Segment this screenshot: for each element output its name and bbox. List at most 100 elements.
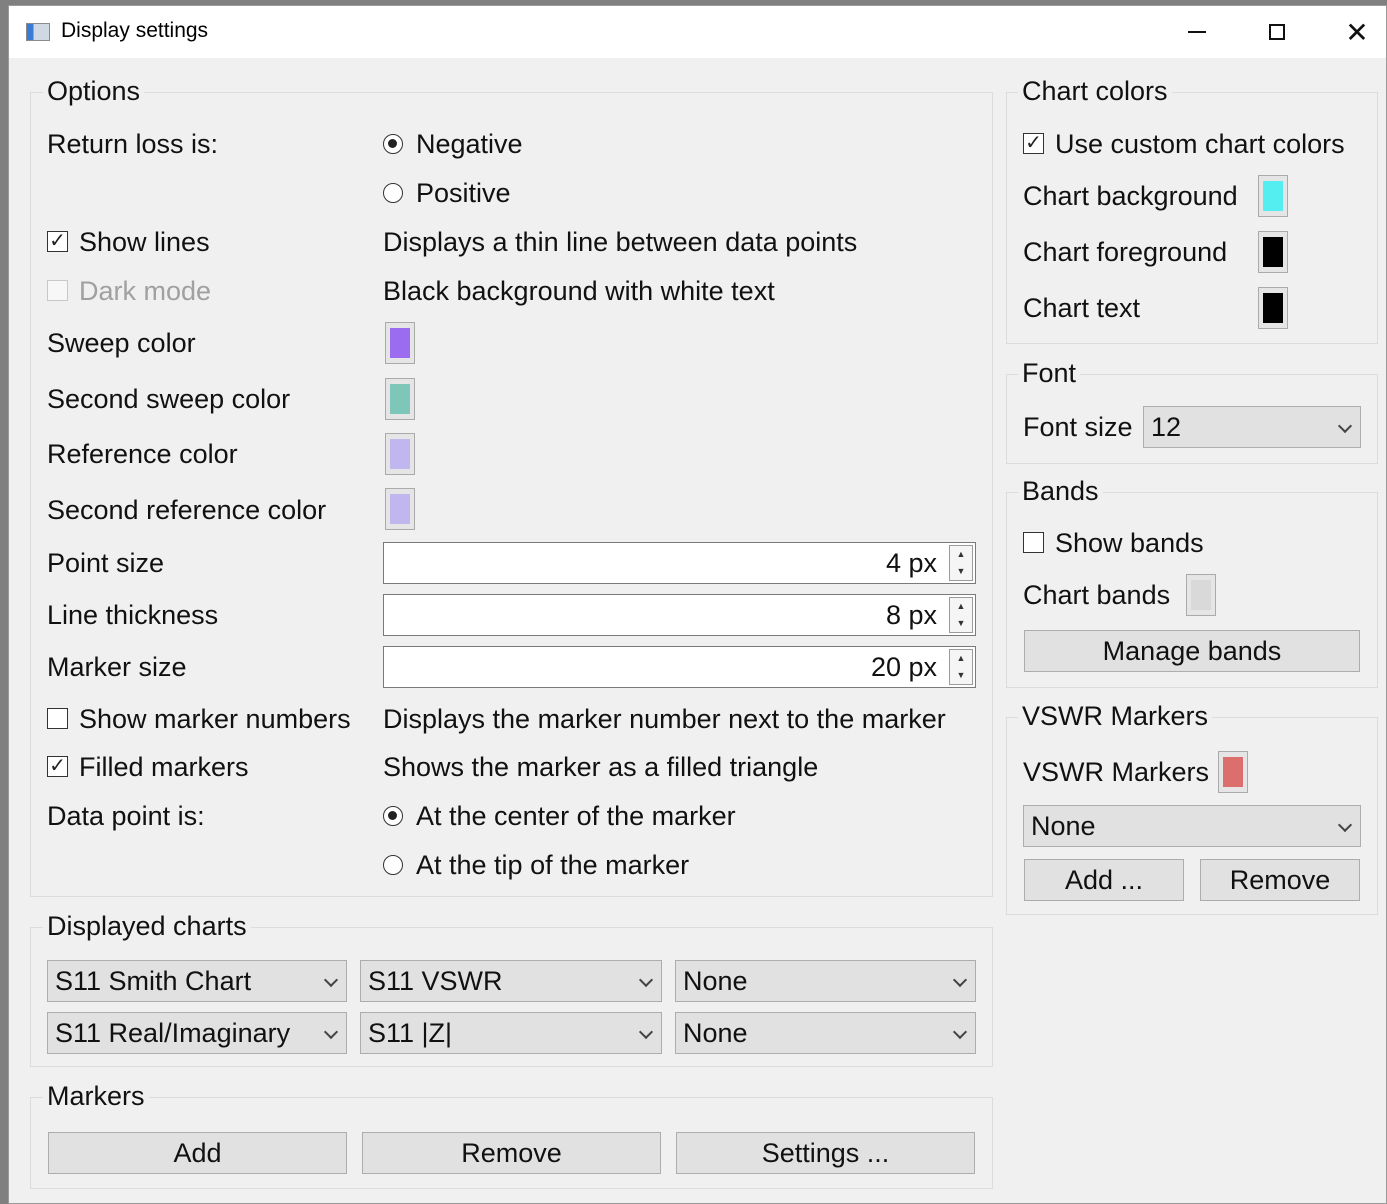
bands-title: Bands — [1018, 476, 1103, 507]
markers-add-button[interactable]: Add — [48, 1132, 347, 1174]
vswr-markers-select[interactable]: None — [1023, 805, 1361, 847]
chevron-down-icon — [323, 972, 339, 988]
chart-background-color-button[interactable] — [1258, 175, 1288, 217]
chart-select-4-value: S11 Real/Imaginary — [55, 1018, 291, 1048]
return-loss-negative-label[interactable]: Negative — [416, 129, 523, 160]
line-thickness-value: 8 px — [885, 600, 937, 630]
chart-foreground-fill — [1263, 237, 1283, 267]
markers-remove-button[interactable]: Remove — [362, 1132, 661, 1174]
reference-color-fill — [390, 439, 410, 469]
chevron-down-icon — [638, 972, 654, 988]
dark-mode-description: Black background with white text — [383, 276, 775, 306]
spin-arrows-icon[interactable]: ▲ ▼ — [949, 545, 973, 581]
chart-colors-title: Chart colors — [1018, 76, 1172, 107]
chevron-down-icon — [323, 1024, 339, 1040]
second-sweep-color-button[interactable] — [385, 378, 415, 420]
chart-foreground-label: Chart foreground — [1023, 237, 1228, 267]
maximize-icon — [1269, 24, 1285, 40]
manage-bands-button[interactable]: Manage bands — [1024, 630, 1360, 672]
spin-arrows-icon[interactable]: ▲ ▼ — [949, 597, 973, 633]
chevron-down-icon — [952, 972, 968, 988]
chart-text-color-button[interactable] — [1258, 287, 1288, 329]
show-lines-label[interactable]: Show lines — [79, 227, 210, 258]
chart-text-fill — [1263, 293, 1283, 323]
dark-mode-label: Dark mode — [79, 276, 212, 306]
data-point-tip-label[interactable]: At the tip of the marker — [416, 850, 689, 881]
line-thickness-label: Line thickness — [47, 600, 219, 630]
minimize-icon — [1188, 31, 1206, 33]
second-reference-color-fill — [390, 494, 410, 524]
chart-select-5-value: S11 |Z| — [368, 1018, 453, 1048]
marker-size-spinbox[interactable]: 20 px ▲ ▼ — [383, 646, 976, 688]
return-loss-positive-radio[interactable] — [383, 183, 403, 203]
data-point-tip-radio[interactable] — [383, 855, 403, 875]
reference-color-button[interactable] — [385, 433, 415, 475]
filled-markers-checkbox[interactable]: ✓ — [47, 756, 68, 777]
filled-markers-label[interactable]: Filled markers — [79, 752, 249, 783]
chart-select-4[interactable]: S11 Real/Imaginary — [47, 1012, 347, 1054]
options-group-title: Options — [43, 76, 145, 107]
chart-foreground-color-button[interactable] — [1258, 231, 1288, 273]
chart-select-5[interactable]: S11 |Z| — [360, 1012, 662, 1054]
vswr-markers-color-button[interactable] — [1218, 751, 1248, 793]
title-bar: Display settings ✕ — [9, 6, 1386, 58]
show-bands-label[interactable]: Show bands — [1055, 528, 1204, 559]
close-icon: ✕ — [1345, 16, 1369, 48]
vswr-markers-fill — [1223, 757, 1243, 787]
show-marker-numbers-checkbox[interactable] — [47, 708, 68, 729]
use-custom-colors-label[interactable]: Use custom chart colors — [1055, 129, 1345, 160]
second-reference-color-button[interactable] — [385, 488, 415, 530]
marker-size-label: Marker size — [47, 652, 187, 682]
point-size-label: Point size — [47, 548, 165, 578]
font-size-value: 12 — [1151, 412, 1182, 442]
chart-background-label: Chart background — [1023, 181, 1238, 211]
sweep-color-button[interactable] — [385, 322, 415, 364]
font-title: Font — [1018, 358, 1081, 389]
show-marker-numbers-label[interactable]: Show marker numbers — [79, 704, 351, 735]
chart-select-6[interactable]: None — [675, 1012, 976, 1054]
chart-select-3-value: None — [683, 966, 748, 996]
markers-title: Markers — [43, 1081, 149, 1112]
sweep-color-fill — [390, 328, 410, 358]
return-loss-positive-label[interactable]: Positive — [416, 178, 511, 209]
reference-color-label: Reference color — [47, 439, 238, 469]
chevron-down-icon — [638, 1024, 654, 1040]
return-loss-negative-radio[interactable] — [383, 134, 403, 154]
data-point-center-label[interactable]: At the center of the marker — [416, 801, 736, 832]
use-custom-colors-checkbox[interactable]: ✓ — [1023, 133, 1044, 154]
return-loss-label: Return loss is: — [47, 129, 219, 159]
vswr-markers-select-value: None — [1031, 811, 1096, 841]
dark-mode-checkbox[interactable] — [47, 280, 68, 301]
vswr-markers-title: VSWR Markers — [1018, 701, 1213, 732]
chart-background-fill — [1263, 181, 1283, 211]
filled-markers-description: Shows the marker as a filled triangle — [383, 752, 819, 782]
close-button[interactable]: ✕ — [1317, 6, 1387, 58]
spin-arrows-icon[interactable]: ▲ ▼ — [949, 649, 973, 685]
chart-select-1-value: S11 Smith Chart — [55, 966, 252, 996]
vswr-remove-button[interactable]: Remove — [1200, 859, 1360, 901]
show-bands-checkbox[interactable] — [1023, 532, 1044, 553]
font-size-select[interactable]: 12 — [1143, 406, 1361, 448]
chevron-down-icon — [952, 1024, 968, 1040]
second-sweep-color-label: Second sweep color — [47, 384, 291, 414]
chart-select-3[interactable]: None — [675, 960, 976, 1002]
point-size-spinbox[interactable]: 4 px ▲ ▼ — [383, 542, 976, 584]
chart-select-6-value: None — [683, 1018, 748, 1048]
app-icon — [26, 23, 50, 41]
minimize-button[interactable] — [1157, 6, 1237, 58]
chart-bands-label: Chart bands — [1023, 580, 1171, 610]
vswr-add-button[interactable]: Add ... — [1024, 859, 1184, 901]
data-point-center-radio[interactable] — [383, 806, 403, 826]
markers-settings-button[interactable]: Settings ... — [676, 1132, 975, 1174]
show-lines-checkbox[interactable]: ✓ — [47, 231, 68, 252]
maximize-button[interactable] — [1237, 6, 1317, 58]
show-marker-numbers-description: Displays the marker number next to the m… — [383, 704, 946, 734]
line-thickness-spinbox[interactable]: 8 px ▲ ▼ — [383, 594, 976, 636]
second-sweep-color-fill — [390, 384, 410, 414]
chart-select-1[interactable]: S11 Smith Chart — [47, 960, 347, 1002]
chart-text-label: Chart text — [1023, 293, 1141, 323]
window-title: Display settings — [61, 19, 209, 42]
chart-select-2[interactable]: S11 VSWR — [360, 960, 662, 1002]
second-reference-color-label: Second reference color — [47, 495, 327, 525]
chart-bands-color-button[interactable] — [1186, 574, 1216, 616]
